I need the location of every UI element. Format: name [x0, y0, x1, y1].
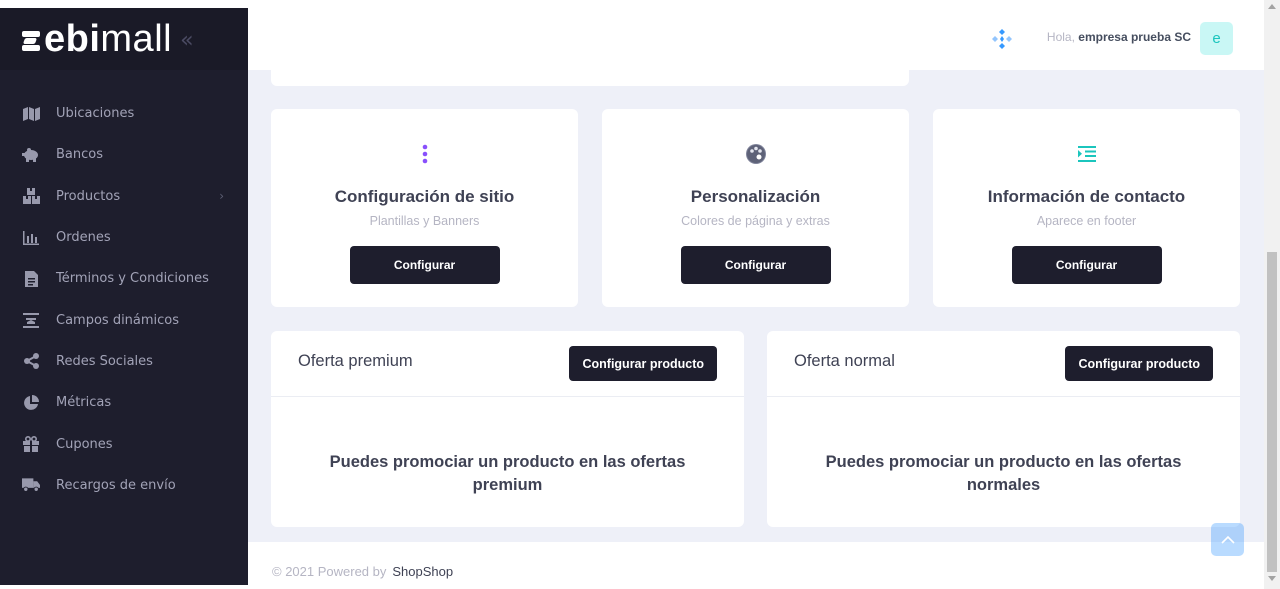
- truck-icon: [22, 476, 40, 494]
- offer-description: Puedes promociar un producto en las ofer…: [825, 453, 1182, 494]
- card-subtitle: Colores de página y extras: [681, 214, 830, 228]
- sidebar-item-label: Métricas: [56, 395, 112, 411]
- share-icon: [22, 352, 40, 370]
- sidebar-item-metricas[interactable]: Métricas: [0, 382, 248, 423]
- configurar-producto-button[interactable]: Configurar producto: [569, 346, 717, 381]
- fields-icon: [22, 311, 40, 329]
- piggy-bank-icon: [22, 146, 40, 164]
- avatar[interactable]: e: [1200, 22, 1233, 55]
- sidebar-item-label: Ordenes: [56, 230, 111, 246]
- chevron-up-icon: [1220, 535, 1235, 544]
- boxes-icon: [22, 187, 40, 205]
- config-card-contacto: Información de contacto Aparece en foote…: [933, 109, 1240, 307]
- offer-card-normal: Oferta normal Configurar producto Puedes…: [767, 331, 1240, 527]
- sidebar-item-bancos[interactable]: Bancos: [0, 134, 248, 175]
- sidebar-item-label: Términos y Condiciones: [56, 271, 209, 287]
- offer-title: Oferta premium: [298, 352, 413, 370]
- configurar-button[interactable]: Configurar: [349, 246, 500, 284]
- configurar-button[interactable]: Configurar: [680, 246, 831, 284]
- card-title: Configuración de sitio: [334, 187, 515, 206]
- offer-card-header: Oferta normal Configurar producto: [767, 331, 1240, 397]
- sidebar-item-label: Recargos de envío: [56, 477, 176, 493]
- sidebar-item-ubicaciones[interactable]: Ubicaciones: [0, 93, 248, 134]
- sidebar-item-label: Campos dinámicos: [56, 312, 180, 328]
- logo-area: ebimall «: [0, 8, 248, 70]
- user-greeting[interactable]: Hola, empresa prueba SC: [1047, 30, 1191, 44]
- offer-title: Oferta normal: [794, 352, 895, 370]
- document-icon: [22, 270, 40, 288]
- offer-card-premium: Oferta premium Configurar producto Puede…: [271, 331, 744, 527]
- card-subtitle: Aparece en footer: [1036, 214, 1137, 228]
- map-icon: [22, 105, 40, 123]
- sidebar-item-redes-sociales[interactable]: Redes Sociales: [0, 341, 248, 382]
- scroll-top-button[interactable]: [1211, 523, 1244, 556]
- gift-icon: [22, 435, 40, 453]
- sidebar-item-productos[interactable]: Productos ›: [0, 176, 248, 217]
- scroll-down-arrow-icon[interactable]: [1268, 576, 1276, 581]
- list-indent-icon: [1076, 143, 1098, 165]
- config-card-sitio: Configuración de sitio Plantillas y Bann…: [271, 109, 578, 307]
- sidebar: ebimall « Ubicaciones Bancos Productos ›: [0, 8, 248, 585]
- configurar-producto-button[interactable]: Configurar producto: [1065, 346, 1213, 381]
- scrollbar-thumb[interactable]: [1267, 252, 1277, 572]
- sidebar-item-cupones[interactable]: Cupones: [0, 423, 248, 464]
- logo-icon: [22, 31, 42, 51]
- sidebar-item-label: Productos: [56, 188, 121, 204]
- top-edge: [0, 0, 1280, 8]
- footer-copyright: © 2021 Powered by ShopShop: [272, 564, 454, 579]
- double-chevron-left-icon[interactable]: «: [180, 28, 193, 53]
- offer-card-header: Oferta premium Configurar producto: [271, 331, 744, 397]
- sidebar-menu: Ubicaciones Bancos Productos › Ordenes T…: [0, 93, 248, 506]
- logo: ebimall: [44, 18, 173, 60]
- card-title: Personalización: [690, 187, 821, 206]
- sidebar-item-label: Redes Sociales: [56, 353, 153, 369]
- card-title: Información de contacto: [987, 187, 1186, 206]
- configurar-button[interactable]: Configurar: [1011, 246, 1162, 284]
- page-scrollbar[interactable]: [1264, 0, 1280, 589]
- diamond-dots-icon[interactable]: [991, 28, 1013, 50]
- dots-vertical-icon: [414, 143, 436, 165]
- scroll-up-arrow-icon[interactable]: [1268, 4, 1276, 9]
- bottom-edge: [0, 585, 1264, 589]
- sidebar-item-ordenes[interactable]: Ordenes: [0, 217, 248, 258]
- sidebar-item-recargos-envio[interactable]: Recargos de envío: [0, 465, 248, 506]
- pie-chart-icon: [22, 394, 40, 412]
- top-header: Hola, empresa prueba SC e: [248, 8, 1264, 70]
- sidebar-item-terminos[interactable]: Términos y Condiciones: [0, 258, 248, 299]
- sidebar-item-label: Bancos: [56, 147, 103, 163]
- card-subtitle: Plantillas y Banners: [369, 214, 480, 228]
- main-content: Configuración de sitio Plantillas y Bann…: [248, 8, 1264, 585]
- sidebar-item-label: Cupones: [56, 436, 113, 452]
- offer-description: Puedes promociar un producto en las ofer…: [329, 453, 686, 494]
- bar-chart-icon: [22, 229, 40, 247]
- footer: © 2021 Powered by ShopShop: [248, 542, 1264, 585]
- sidebar-item-campos-dinamicos[interactable]: Campos dinámicos: [0, 299, 248, 340]
- footer-brand-link[interactable]: ShopShop: [392, 564, 453, 579]
- palette-icon: [745, 143, 767, 165]
- chevron-right-icon: ›: [219, 189, 224, 204]
- sidebar-item-label: Ubicaciones: [56, 106, 135, 122]
- config-card-personalizacion: Personalización Colores de página y extr…: [602, 109, 909, 307]
